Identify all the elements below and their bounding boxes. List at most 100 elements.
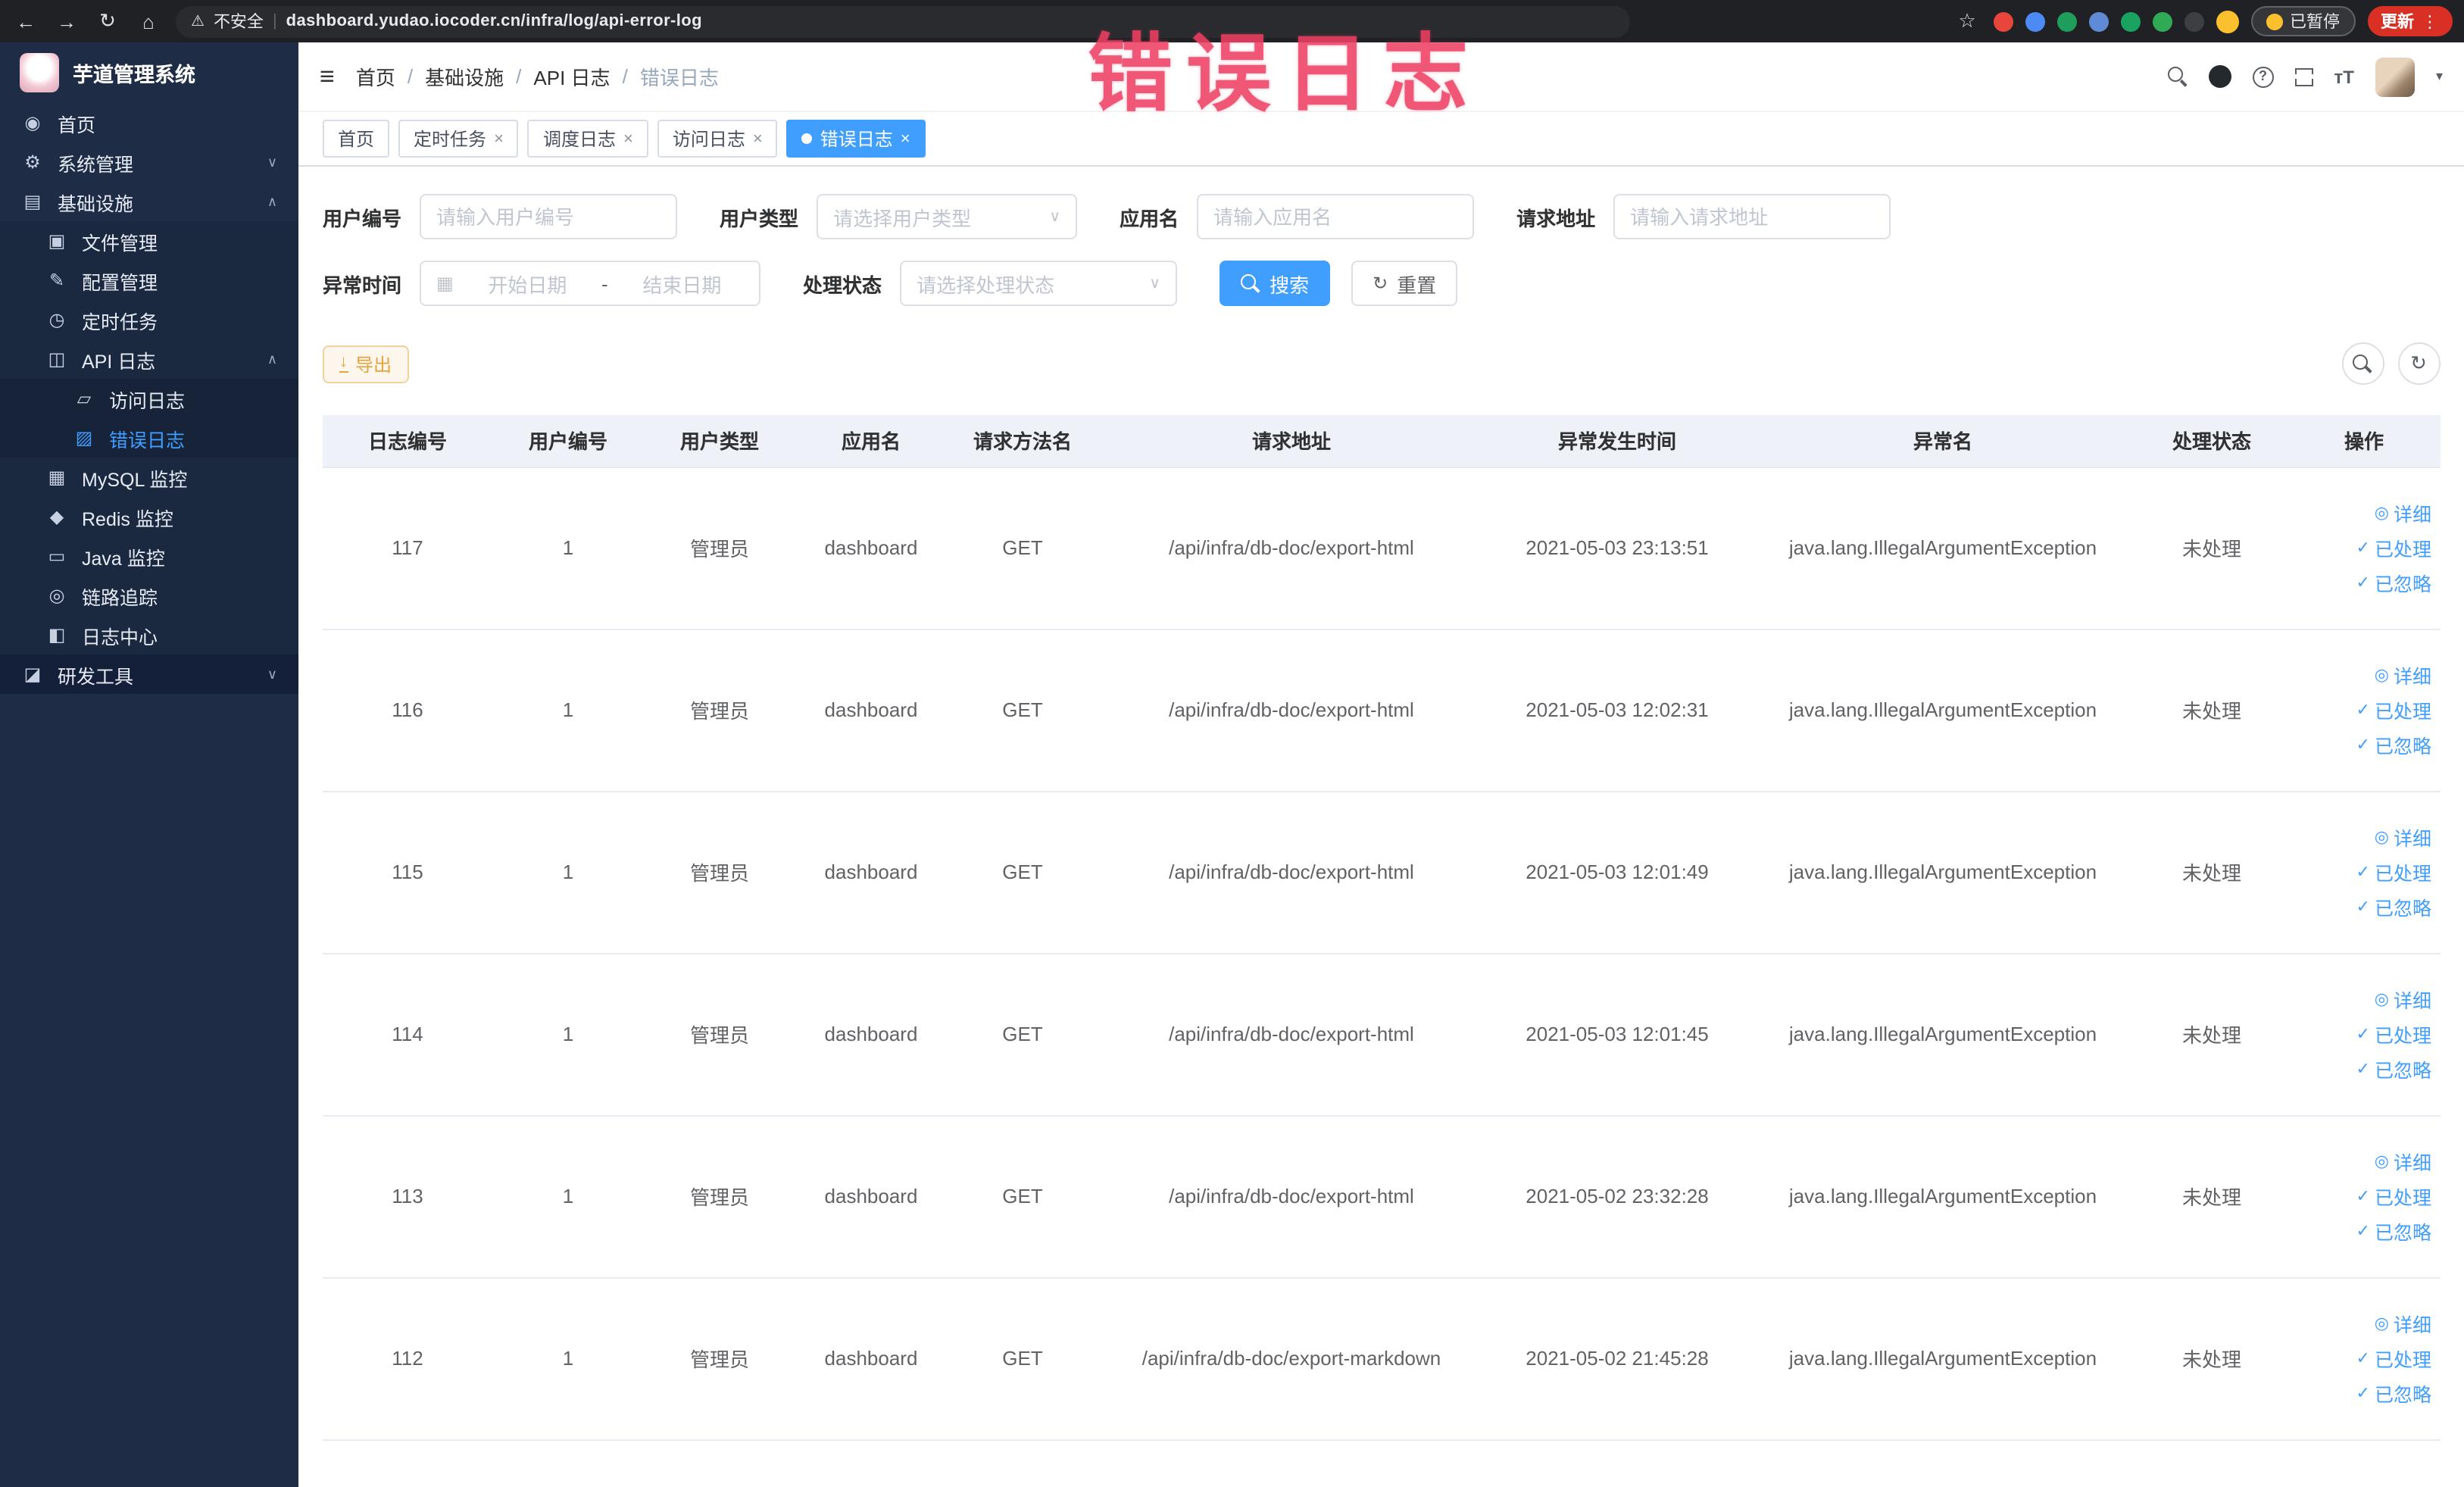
tab-access-log[interactable]: 访问日志 × [657, 120, 778, 158]
tab-home[interactable]: 首页 [323, 120, 390, 158]
mark-processed-link[interactable]: ✓ 已处理 [2356, 533, 2431, 562]
sidebar-item-log-center[interactable]: ◧ 日志中心 [0, 615, 298, 654]
sidebar-item-infra[interactable]: ▤ 基础设施 ∧ [0, 182, 298, 221]
table-row: 115 1 管理员 dashboard GET /api/infra/db-do… [323, 791, 2441, 954]
browser-home-icon[interactable]: ⌂ [135, 10, 162, 33]
close-icon[interactable]: × [901, 130, 910, 148]
browser-menu-kebab-icon[interactable]: ⋮ [2422, 11, 2438, 31]
avatar-caret-down-icon[interactable]: ▾ [2436, 68, 2443, 85]
extension-icon-1[interactable] [1993, 11, 2013, 31]
reload-icon[interactable]: ↻ [94, 9, 121, 33]
sidebar-item-java-monitor[interactable]: ▭ Java 监控 [0, 536, 298, 576]
mark-ignored-link[interactable]: ✓ 已忽略 [2356, 568, 2431, 597]
exception-time-range-picker[interactable]: ▦ 开始日期 - 结束日期 [420, 261, 761, 306]
sidebar-item-dev-tools[interactable]: ◪ 研发工具 ∨ [0, 654, 298, 694]
mark-ignored-link[interactable]: ✓ 已忽略 [2356, 730, 2431, 759]
search-button-label: 搜索 [1269, 273, 1310, 296]
close-icon[interactable]: × [494, 130, 504, 148]
sidebar-item-redis-monitor[interactable]: ◆ Redis 监控 [0, 497, 298, 536]
sidebar-item-access-log[interactable]: ▱ 访问日志 [0, 379, 298, 418]
mark-ignored-link[interactable]: ✓ 已忽略 [2356, 892, 2431, 921]
back-icon[interactable]: ← [12, 10, 39, 33]
sidebar-item-config-manage[interactable]: ✎ 配置管理 [0, 261, 298, 300]
refresh-table-button[interactable]: ↻ [2397, 342, 2440, 385]
extension-icon-7[interactable] [2184, 11, 2203, 31]
detail-link-label: 详细 [2393, 829, 2431, 850]
mark-ignored-link[interactable]: ✓ 已忽略 [2356, 1217, 2431, 1245]
request-url-input[interactable] [1613, 194, 1891, 239]
sidebar: 芋道管理系统 ◉ 首页 ⚙ 系统管理 ∨ ▤ 基础设施 ∧ ▣ 文件管理 ✎ 配… [0, 42, 298, 1487]
mark-ignored-label: 已忽略 [2374, 1385, 2431, 1406]
mark-processed-link[interactable]: ✓ 已处理 [2356, 695, 2431, 724]
search-icon[interactable] [2167, 67, 2188, 86]
close-icon[interactable]: × [753, 130, 763, 148]
cell-request-url: /api/infra/db-doc/export-html [1098, 953, 1485, 1116]
app-name-input[interactable] [1197, 194, 1475, 239]
process-status-select[interactable]: 请选择处理状态 ∨ [900, 261, 1178, 306]
profile-avatar-icon[interactable] [2216, 10, 2238, 33]
detail-link[interactable]: ◎ 详细 [2375, 498, 2431, 527]
tab-schedule-log[interactable]: 调度日志 × [527, 120, 648, 158]
extension-icon-3[interactable] [2056, 11, 2076, 31]
table-body: 117 1 管理员 dashboard GET /api/infra/db-do… [323, 467, 2441, 1440]
sidebar-item-api-log[interactable]: ◫ API 日志 ∧ [0, 339, 298, 379]
user-type-select[interactable]: 请选择用户类型 ∨ [817, 194, 1078, 239]
tab-error-log[interactable]: 错误日志 × [786, 120, 926, 158]
sidebar-item-system[interactable]: ⚙ 系统管理 ∨ [0, 142, 298, 182]
extension-icon-6[interactable] [2152, 11, 2172, 31]
mark-ignored-label: 已忽略 [2374, 898, 2431, 920]
github-icon[interactable] [2208, 65, 2231, 88]
mark-ignored-link[interactable]: ✓ 已忽略 [2356, 1379, 2431, 1407]
reset-button[interactable]: ↻ 重置 [1351, 261, 1458, 306]
detail-link[interactable]: ◎ 详细 [2375, 1309, 2431, 1338]
mark-processed-link[interactable]: ✓ 已处理 [2356, 1020, 2431, 1048]
extension-icon-5[interactable] [2120, 11, 2140, 31]
mark-processed-link[interactable]: ✓ 已处理 [2356, 1182, 2431, 1211]
bookmark-star-icon[interactable]: ☆ [1953, 9, 1981, 33]
sidebar-item-label: Java 监控 [82, 548, 165, 569]
mark-processed-link[interactable]: ✓ 已处理 [2356, 858, 2431, 886]
col-exception-name: 异常名 [1750, 415, 2136, 467]
export-button[interactable]: ↓ 导出 [323, 345, 409, 383]
update-button[interactable]: 更新 ⋮ [2367, 6, 2452, 36]
help-icon[interactable]: ? [2252, 66, 2274, 87]
search-button[interactable]: 搜索 [1220, 261, 1331, 306]
sidebar-item-scheduled-jobs[interactable]: ◷ 定时任务 [0, 300, 298, 339]
cell-exception-name: java.lang.IllegalArgumentException [1750, 953, 2136, 1116]
breadcrumb-infra[interactable]: 基础设施 [425, 62, 504, 91]
user-avatar[interactable] [2375, 57, 2415, 96]
cell-status: 未处理 [2136, 1277, 2288, 1440]
mark-processed-link[interactable]: ✓ 已处理 [2356, 1344, 2431, 1373]
detail-link[interactable]: ◎ 详细 [2375, 1147, 2431, 1176]
forward-icon[interactable]: → [53, 10, 80, 33]
breadcrumb: 首页 / 基础设施 / API 日志 / 错误日志 [356, 62, 719, 91]
mark-ignored-link[interactable]: ✓ 已忽略 [2356, 1054, 2431, 1083]
extension-icon-2[interactable] [2025, 11, 2044, 31]
sidebar-item-home[interactable]: ◉ 首页 [0, 103, 298, 142]
hamburger-icon[interactable]: ≡ [320, 61, 335, 92]
detail-link[interactable]: ◎ 详细 [2375, 823, 2431, 851]
extension-icon-4[interactable] [2088, 11, 2108, 31]
user-id-input[interactable] [420, 194, 678, 239]
sidebar-item-tracing[interactable]: ◎ 链路追踪 [0, 576, 298, 615]
close-icon[interactable]: × [623, 130, 633, 148]
detail-link[interactable]: ◎ 详细 [2375, 661, 2431, 689]
toggle-search-button[interactable] [2341, 342, 2384, 385]
sidebar-item-mysql-monitor[interactable]: ▦ MySQL 监控 [0, 458, 298, 497]
breadcrumb-home[interactable]: 首页 [356, 62, 395, 91]
paused-badge[interactable]: 已暂停 [2250, 6, 2355, 36]
col-status: 处理状态 [2136, 415, 2288, 467]
sidebar-logo[interactable]: 芋道管理系统 [0, 42, 298, 103]
fullscreen-icon[interactable] [2294, 67, 2313, 86]
not-secure-warning-icon: ⚠ [191, 13, 205, 30]
cell-app-name: dashboard [795, 953, 947, 1116]
tab-scheduled-jobs[interactable]: 定时任务 × [398, 120, 519, 158]
detail-link[interactable]: ◎ 详细 [2375, 985, 2431, 1014]
sidebar-item-error-log[interactable]: ▨ 错误日志 [0, 418, 298, 458]
breadcrumb-api-log[interactable]: API 日志 [533, 62, 610, 91]
font-size-icon[interactable]: тT [2334, 66, 2354, 87]
sidebar-item-file-manage[interactable]: ▣ 文件管理 [0, 221, 298, 261]
cell-user-id: 1 [492, 1115, 644, 1278]
col-request-url: 请求地址 [1098, 415, 1485, 467]
address-bar[interactable]: ⚠ 不安全 | dashboard.yudao.iocoder.cn/infra… [176, 5, 1630, 37]
